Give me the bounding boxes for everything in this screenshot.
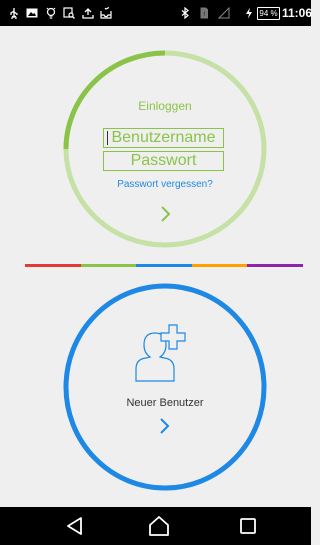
sim-icon: ! — [200, 7, 208, 19]
clock: 11:06 — [282, 6, 313, 20]
charging-icon — [246, 7, 252, 19]
divider-segment — [247, 264, 303, 267]
battery-level: 94 % — [257, 7, 280, 20]
usb-icon — [10, 8, 18, 19]
login-title: Einloggen — [138, 99, 192, 113]
password-field[interactable]: Passwort — [103, 151, 224, 171]
inbox-icon — [100, 7, 112, 19]
color-divider — [25, 264, 303, 267]
recents-icon[interactable] — [235, 514, 261, 538]
upload-icon — [82, 8, 94, 19]
signal-icon — [218, 7, 230, 19]
password-placeholder: Passwort — [130, 152, 197, 169]
new-user-card[interactable]: Neuer Benutzer — [62, 282, 268, 492]
new-user-ring — [63, 283, 267, 491]
username-field[interactable]: Benutzername — [103, 128, 224, 148]
text-cursor — [107, 131, 108, 145]
chevron-right-icon[interactable] — [155, 204, 175, 224]
divider-segment — [191, 264, 248, 267]
clipboard-search-icon — [63, 7, 75, 19]
navigation-bar — [0, 507, 311, 545]
divider-segment — [25, 264, 81, 267]
bulb-icon — [46, 7, 56, 19]
username-placeholder: Benutzername — [111, 129, 216, 146]
login-card: Einloggen Benutzername Passwort Passwort… — [62, 49, 268, 249]
divider-segment — [136, 264, 192, 267]
image-icon — [26, 8, 38, 18]
new-user-label: Neuer Benutzer — [126, 397, 204, 409]
divider-segment — [80, 264, 137, 267]
back-icon[interactable] — [62, 514, 88, 538]
home-icon[interactable] — [146, 514, 172, 538]
add-user-icon — [135, 324, 186, 382]
bluetooth-icon — [181, 7, 189, 19]
forgot-password-link[interactable]: Passwort vergessen? — [62, 179, 268, 190]
chevron-right-icon[interactable] — [154, 417, 174, 435]
status-bar: ! 94 % 11:06 — [0, 0, 313, 26]
